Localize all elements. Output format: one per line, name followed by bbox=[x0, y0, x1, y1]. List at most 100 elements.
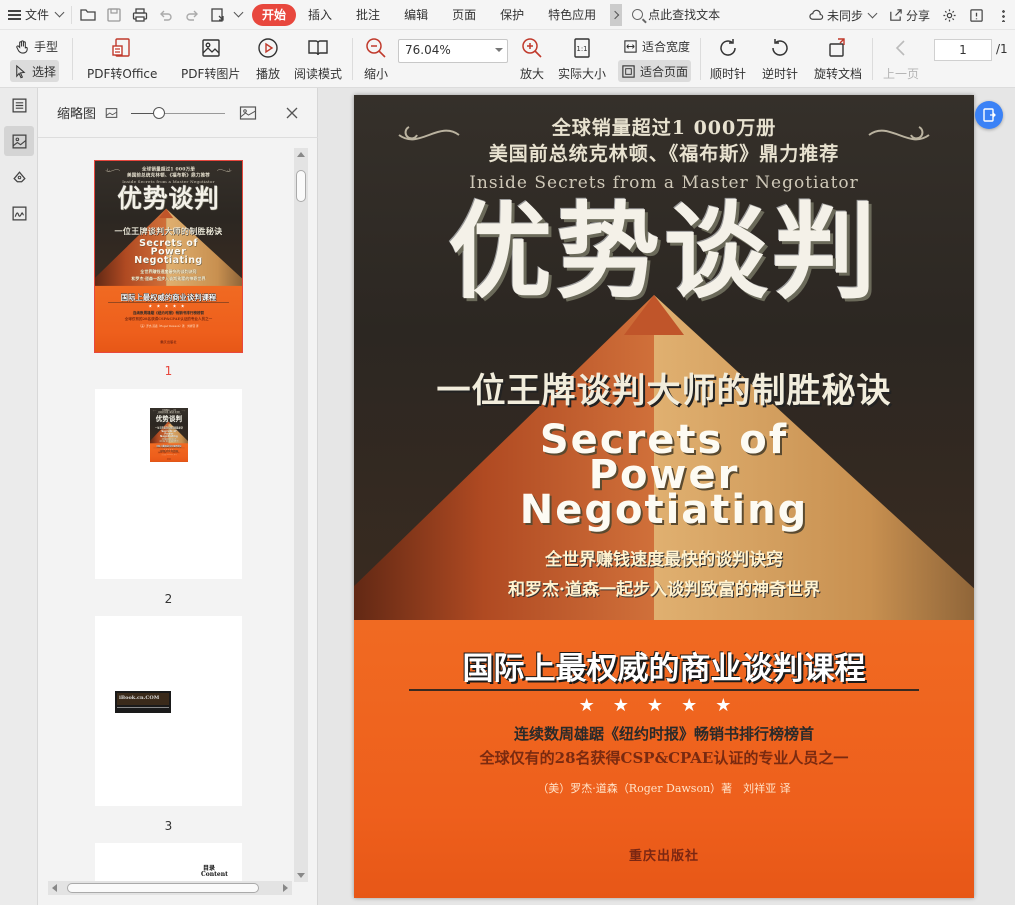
cover-stars: ★★★★★ bbox=[578, 695, 750, 716]
zoom-level-value: 76.04% bbox=[405, 43, 451, 57]
thumbnail-horizontal-scrollbar[interactable] bbox=[48, 881, 292, 895]
page-thumbnail-2[interactable]: 全球销量超过1 000万册 美国前总统克林顿、《福布斯》鼎力推荐 Inside … bbox=[95, 389, 242, 579]
tab-page[interactable]: 页面 bbox=[440, 4, 488, 26]
rotate-clockwise-button[interactable]: 顺时针 bbox=[710, 34, 746, 82]
scroll-left-arrow-icon[interactable] bbox=[52, 884, 57, 892]
thumbnail-cover-main-title: 优势谈判 bbox=[117, 183, 220, 213]
find-text-search[interactable]: 点此查找文本 bbox=[632, 4, 720, 26]
document-page[interactable]: 全球销量超过1 000万册 美国前总统克林顿、《福布斯》鼎力推荐 Inside … bbox=[354, 95, 974, 898]
chevron-down-icon bbox=[867, 8, 878, 18]
cloud-icon bbox=[809, 9, 824, 20]
scroll-right-arrow-icon[interactable] bbox=[283, 884, 288, 892]
pdf-to-office-button[interactable]: PDF转Office bbox=[87, 34, 157, 82]
select-tool-button[interactable]: 选择 bbox=[10, 60, 60, 82]
thumbnail-cover-certification-line: 全球仅有的28名获得CSP&CPAE认证的专业人员之一 bbox=[124, 316, 213, 321]
cursor-arrow-icon bbox=[16, 64, 26, 78]
customize-icon[interactable] bbox=[206, 3, 230, 27]
tab-features[interactable]: 特色应用 bbox=[536, 4, 608, 26]
page-number-input[interactable]: 1 bbox=[934, 39, 992, 61]
thumbnail-cover-mid-line-2: 和罗杰·道森一起步入谈判致富的神奇世界 bbox=[159, 440, 179, 442]
actual-size-button[interactable]: 1:1 实际大小 bbox=[558, 34, 606, 82]
page-thumbnail-3[interactable]: iBook.cn.COM bbox=[95, 616, 242, 806]
rotate-ccw-label: 逆时针 bbox=[762, 67, 799, 81]
tabs-more-arrow-icon[interactable] bbox=[610, 3, 623, 26]
pdf-to-image-icon bbox=[197, 34, 225, 62]
play-button[interactable]: 播放 bbox=[254, 34, 282, 82]
zoom-in-label: 放大 bbox=[519, 67, 544, 81]
zoom-out-button[interactable]: 缩小 bbox=[362, 34, 390, 82]
save-icon[interactable] bbox=[102, 3, 126, 27]
open-folder-icon[interactable] bbox=[76, 3, 100, 27]
actual-size-label: 实际大小 bbox=[558, 67, 607, 81]
document-view[interactable]: 全球销量超过1 000万册 美国前总统克林顿、《福布斯》鼎力推荐 Inside … bbox=[318, 88, 1015, 905]
outline-panel-button[interactable] bbox=[4, 90, 34, 120]
tab-insert[interactable]: 插入 bbox=[296, 4, 344, 26]
scrollbar-thumb[interactable] bbox=[296, 170, 306, 202]
rotate-cw-label: 顺时针 bbox=[710, 67, 747, 81]
rotate-cw-icon bbox=[714, 34, 742, 62]
previous-page-button[interactable]: 上一页 bbox=[883, 34, 919, 82]
tab-start[interactable]: 开始 bbox=[252, 3, 297, 26]
settings-button[interactable] bbox=[937, 0, 962, 30]
small-thumbnail-icon[interactable] bbox=[104, 106, 119, 120]
cover-certification-line: 全球仅有的28名获得CSP&CPAE认证的专业人员之一 bbox=[479, 749, 849, 767]
thumbnail-cover-image: 全球销量超过1 000万册 美国前总统克林顿、《福布斯》鼎力推荐 Inside … bbox=[150, 408, 188, 462]
floating-convert-button[interactable] bbox=[975, 101, 1003, 129]
book-cover: 全球销量超过1 000万册 美国前总统克林顿、《福布斯》鼎力推荐 Inside … bbox=[354, 95, 974, 898]
rotate-document-button[interactable]: 旋转文档 bbox=[814, 34, 862, 82]
play-icon bbox=[254, 34, 282, 62]
thumbnail-panel: 缩略图 全球销量超过1 000万册 美国前总统克林顿、《福布斯》鼎力推荐 Ins… bbox=[38, 88, 318, 905]
menu-icon bbox=[8, 9, 21, 20]
rotate-counterclockwise-button[interactable]: 逆时针 bbox=[762, 34, 798, 82]
scrollbar-thumb[interactable] bbox=[67, 883, 259, 893]
scroll-down-arrow-icon[interactable] bbox=[297, 873, 305, 878]
cover-top-line-2: 美国前总统克林顿、《福布斯》鼎力推荐 bbox=[488, 143, 840, 165]
fit-page-button[interactable]: 适合页面 bbox=[618, 60, 692, 82]
large-thumbnail-icon[interactable] bbox=[239, 105, 257, 121]
thumbnail-vertical-scrollbar[interactable] bbox=[294, 148, 308, 882]
share-button[interactable]: 分享 bbox=[883, 0, 935, 30]
help-button[interactable] bbox=[964, 0, 989, 30]
zoom-in-button[interactable]: 放大 bbox=[518, 34, 546, 82]
list-icon bbox=[11, 97, 27, 113]
bookmark-panel-button[interactable] bbox=[4, 162, 34, 192]
thumbnail-cover-bestseller-line: 连续数周雄踞《纽约时报》畅销书排行榜榜首 bbox=[132, 310, 205, 316]
hand-tool-button[interactable]: 手型 bbox=[12, 35, 61, 57]
print-icon[interactable] bbox=[128, 3, 152, 27]
tab-protect[interactable]: 保护 bbox=[488, 4, 536, 26]
fit-page-label: 适合页面 bbox=[640, 64, 689, 79]
undo-icon[interactable] bbox=[154, 3, 178, 27]
thumbnail-panel-button[interactable] bbox=[4, 126, 34, 156]
close-icon[interactable] bbox=[285, 106, 299, 120]
page-4-heading-en: Content bbox=[201, 871, 228, 878]
tab-annotate[interactable]: 批注 bbox=[344, 4, 392, 26]
pdf-to-image-button[interactable]: PDF转图片 bbox=[181, 34, 240, 82]
thumbnail-cover-publisher: 重庆出版社 bbox=[166, 458, 172, 460]
thumbnail-cover-top-line-2: 美国前总统克林顿、《福布斯》鼎力推荐 bbox=[126, 172, 211, 178]
sync-status-button[interactable]: 未同步 bbox=[804, 0, 881, 30]
chevron-down-icon[interactable] bbox=[233, 7, 244, 18]
read-mode-button[interactable]: 阅读模式 bbox=[294, 34, 342, 82]
find-text-label: 点此查找文本 bbox=[648, 8, 721, 22]
thumbnail-cover-subtitle: 一位王牌谈判大师的制胜秘诀 bbox=[114, 226, 223, 237]
page-thumbnail-4[interactable]: 目录 Content bbox=[95, 843, 242, 881]
redo-icon[interactable] bbox=[180, 3, 204, 27]
page-thumbnail-1[interactable]: 全球销量超过1 000万册 美国前总统克林顿、《福布斯》鼎力推荐 Inside … bbox=[94, 160, 243, 353]
ribbon-toolbar: 手型 选择 PDF转Office PDF转图片 播放 阅读模式 缩小 76.04… bbox=[0, 30, 1015, 88]
cover-top-line-1: 全球销量超过1 000万册 bbox=[551, 117, 777, 139]
more-options-icon[interactable] bbox=[991, 0, 1015, 30]
cover-subtitle: 一位王牌谈判大师的制胜秘诀 bbox=[436, 371, 892, 411]
zoom-level-select[interactable]: 76.04% bbox=[398, 39, 508, 63]
scroll-up-arrow-icon[interactable] bbox=[297, 152, 305, 157]
tab-edit[interactable]: 编辑 bbox=[392, 4, 440, 26]
fit-width-button[interactable]: 适合宽度 bbox=[620, 35, 693, 57]
cover-main-title: 优势谈判 bbox=[447, 190, 880, 313]
rotate-document-label: 旋转文档 bbox=[814, 67, 863, 81]
file-menu[interactable]: 文件 bbox=[0, 0, 71, 30]
convert-document-icon bbox=[983, 108, 996, 122]
slider-handle[interactable] bbox=[153, 106, 166, 119]
thumbnail-size-slider[interactable] bbox=[131, 106, 226, 120]
play-label: 播放 bbox=[255, 67, 280, 81]
signature-panel-button[interactable] bbox=[4, 198, 34, 228]
file-menu-label: 文件 bbox=[25, 8, 50, 22]
